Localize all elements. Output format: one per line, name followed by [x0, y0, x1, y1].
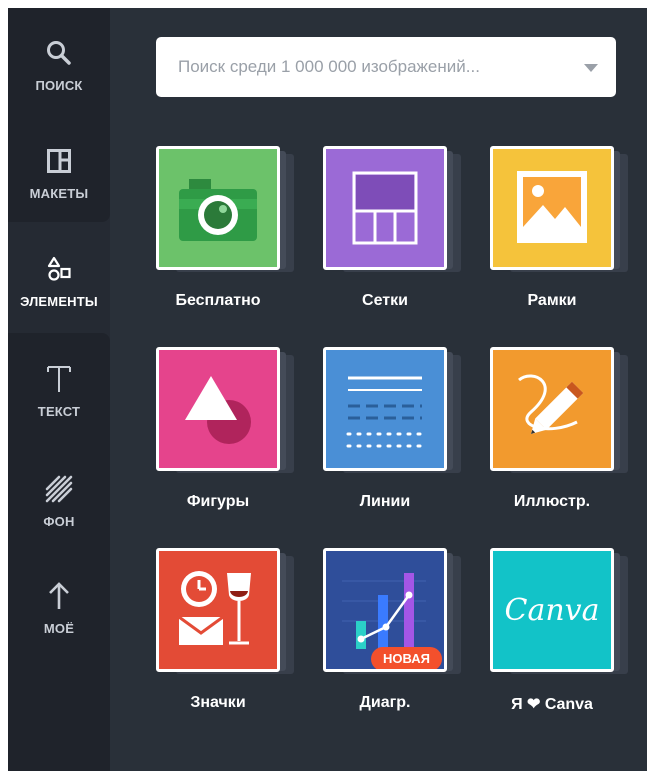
app-window: ПОИСК МАКЕТЫ ЭЛЕМЕНТЫ ТЕКСТ ФОН МОЁ Поис…	[8, 8, 647, 771]
tile-label: Линии	[359, 493, 411, 510]
frames-card	[490, 146, 614, 270]
heart-icon: ❤	[527, 696, 541, 713]
tile-label: Сетки	[362, 292, 408, 309]
tile-free[interactable]: Бесплатно	[156, 146, 306, 336]
text-icon	[8, 364, 110, 394]
shapes-icon	[185, 376, 251, 444]
sidebar-item-label: МАКЕТЫ	[29, 186, 89, 201]
tile-frames[interactable]: Рамки	[490, 146, 640, 336]
sidebar-item-background[interactable]: ФОН	[8, 448, 110, 548]
sidebar-item-label: ТЕКСТ	[37, 404, 81, 419]
sidebar-item-label: ФОН	[43, 514, 75, 529]
search-icon	[8, 38, 110, 68]
tile-illustrations[interactable]: Иллюстр.	[490, 347, 640, 537]
tile-icons[interactable]: Значки	[156, 548, 306, 738]
tile-charts[interactable]: НОВАЯ Диагр.	[323, 548, 473, 738]
pencil-icon	[518, 374, 584, 435]
shapes-icon	[8, 254, 110, 284]
tile-label: Иллюстр.	[513, 493, 591, 510]
sidebar-item-layouts[interactable]: МАКЕТЫ	[8, 120, 110, 220]
tile-lines[interactable]: Линии	[323, 347, 473, 537]
shapes-card	[156, 347, 280, 471]
tile-label: Фигуры	[186, 493, 250, 510]
tile-love-canva[interactable]: Canva Я ❤ Canva	[490, 548, 640, 738]
grids-card	[323, 146, 447, 270]
tile-label: Бесплатно	[175, 292, 261, 309]
layout-icon	[8, 146, 110, 176]
upload-icon	[8, 581, 110, 611]
tile-grids[interactable]: Сетки	[323, 146, 473, 336]
search-box[interactable]	[156, 37, 616, 97]
sidebar-item-uploads[interactable]: МОЁ	[8, 555, 110, 655]
sidebar-item-label: ЭЛЕМЕНТЫ	[20, 294, 98, 309]
picture-frame-icon	[517, 171, 587, 243]
tile-label: Рамки	[527, 292, 577, 309]
new-badge: НОВАЯ	[371, 647, 442, 669]
tile-shapes[interactable]: Фигуры	[156, 347, 306, 537]
grid-icon	[352, 171, 418, 245]
sidebar-item-label: ПОИСК	[35, 78, 83, 93]
canva-logo: Canva	[504, 592, 600, 628]
search-input[interactable]	[156, 37, 598, 97]
charts-card: НОВАЯ	[323, 548, 447, 672]
sidebar-item-text[interactable]: ТЕКСТ	[8, 338, 110, 438]
tile-label: Значки	[190, 694, 246, 711]
background-icon	[8, 474, 110, 504]
chevron-down-icon[interactable]	[584, 64, 598, 72]
illustrations-card	[490, 347, 614, 471]
free-card	[156, 146, 280, 270]
tile-label: Я ❤ Canva	[480, 694, 624, 714]
sidebar-item-elements[interactable]: ЭЛЕМЕНТЫ	[8, 228, 110, 328]
clock-wine-envelope-icon	[178, 571, 251, 645]
lines-card	[323, 347, 447, 471]
tile-label-suffix: Canva	[544, 696, 593, 713]
tile-label-prefix: Я	[511, 696, 523, 713]
sidebar-item-label: МОЁ	[43, 621, 75, 636]
canva-card: Canva	[490, 548, 614, 672]
camera-icon	[179, 179, 257, 241]
sidebar: ПОИСК МАКЕТЫ ЭЛЕМЕНТЫ ТЕКСТ ФОН МОЁ	[8, 8, 110, 771]
icons-card	[156, 548, 280, 672]
tile-label: Диагр.	[359, 694, 411, 711]
sidebar-item-search[interactable]: ПОИСК	[8, 12, 110, 112]
lines-icon	[346, 376, 424, 448]
